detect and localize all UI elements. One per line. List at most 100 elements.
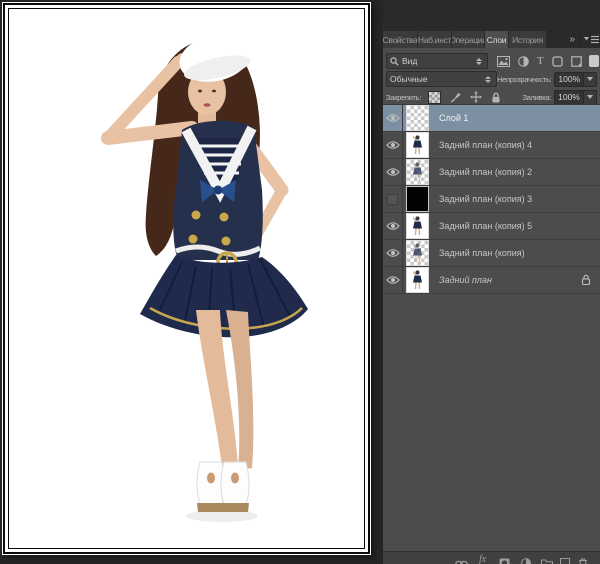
layer-lock-icon: [581, 274, 591, 285]
layer-thumbnail[interactable]: [406, 105, 429, 131]
opacity-dropdown-arrow[interactable]: [584, 72, 597, 87]
lock-row: Закрепить: Заливка: 100%: [386, 89, 597, 105]
layer-name: Задний план (копия) 3: [439, 194, 532, 204]
double-arrow-collapse-icon[interactable]: »: [569, 35, 575, 45]
layer-name: Задний план (копия) 4: [439, 140, 532, 150]
layer-name: Задний план (копия) 5: [439, 221, 532, 231]
layers-list: Слой 1 Задний план (копия) 4: [383, 104, 600, 294]
filter-type-icons: T: [497, 56, 582, 67]
layer-name: Задний план: [439, 275, 492, 285]
layer-row[interactable]: Задний план (копия) 5: [383, 213, 600, 240]
layer-name: Задний план (копия): [439, 248, 525, 258]
layer-visibility-toggle[interactable]: [383, 267, 403, 293]
panel-tab-bar: Свойства Наб.инст Операции Слои История: [383, 31, 547, 48]
layer-visibility-toggle[interactable]: [383, 159, 403, 185]
panel-tab[interactable]: История: [509, 31, 546, 48]
panel-menu-icon[interactable]: [584, 35, 599, 44]
link-layers-icon[interactable]: [455, 555, 468, 564]
panel-tab-label: Наб.инст: [418, 35, 451, 45]
layer-visibility-toggle[interactable]: [383, 105, 403, 131]
filter-toggle-switch[interactable]: [589, 55, 599, 67]
layer-thumbnail[interactable]: [406, 240, 429, 266]
layer-filter-row: Вид T: [386, 53, 597, 69]
blend-mode-value: Обычные: [390, 74, 428, 84]
panel-tab-label: Операции: [452, 35, 484, 45]
pixel-layers-filter-icon[interactable]: [497, 56, 510, 67]
layer-visibility-toggle[interactable]: [383, 213, 403, 239]
layer-row[interactable]: Задний план (копия): [383, 240, 600, 267]
layer-row[interactable]: Задний план (копия) 3: [383, 186, 600, 213]
panel-tab[interactable]: Слои: [485, 31, 508, 48]
type-layers-filter-icon[interactable]: T: [537, 56, 544, 67]
lock-position-icon[interactable]: [470, 91, 482, 103]
panel-tab[interactable]: Свойства: [383, 31, 417, 48]
layer-mask-icon[interactable]: [499, 555, 510, 564]
dropdown-updown-icon: [485, 76, 491, 83]
layer-thumbnail-figure: [407, 241, 428, 265]
panel-tab-label: Свойства: [383, 35, 417, 45]
right-panel-dock: Свойства Наб.инст Операции Слои История …: [383, 0, 600, 564]
opacity-value: 100%: [558, 74, 580, 84]
lock-label: Закрепить:: [386, 93, 421, 102]
opacity-label: Непрозрачность:: [497, 75, 551, 84]
layer-thumbnail[interactable]: [406, 186, 429, 212]
eye-icon: [386, 167, 400, 177]
search-icon: [390, 57, 399, 66]
layer-visibility-toggle[interactable]: [383, 240, 403, 266]
panel-tab[interactable]: Наб.инст: [418, 31, 451, 48]
lock-icons: [428, 91, 501, 104]
dropdown-updown-icon: [476, 58, 482, 65]
fill-dropdown-arrow[interactable]: [584, 90, 597, 105]
new-layer-icon[interactable]: [560, 555, 570, 564]
layer-row[interactable]: Слой 1: [383, 105, 600, 132]
blend-row: Обычные Непрозрачность: 100%: [386, 71, 597, 87]
fill-label: Заливка:: [522, 93, 551, 102]
eye-icon: [386, 113, 400, 123]
lock-all-icon[interactable]: [491, 92, 501, 103]
layer-thumbnail-figure: [407, 133, 428, 157]
layer-visibility-toggle[interactable]: [383, 132, 403, 158]
layers-panel: Вид T: [383, 48, 600, 564]
filter-kind-value: Вид: [402, 56, 417, 66]
shape-layers-filter-icon[interactable]: [552, 56, 563, 67]
layer-thumbnail-figure: [407, 214, 428, 238]
adjustment-layers-filter-icon[interactable]: [518, 56, 529, 67]
blend-mode-dropdown[interactable]: Обычные: [386, 71, 497, 87]
tab-separator: [579, 34, 580, 45]
photoshop-workspace: Свойства Наб.инст Операции Слои История …: [0, 0, 600, 564]
panel-tab[interactable]: Операции: [452, 31, 484, 48]
layer-row[interactable]: Задний план (копия) 2: [383, 159, 600, 186]
layer-thumbnail[interactable]: [406, 159, 429, 185]
smart-objects-filter-icon[interactable]: [571, 56, 582, 67]
opacity-value-field[interactable]: 100%: [554, 72, 584, 87]
adjustment-layer-icon[interactable]: [521, 555, 531, 564]
layer-row[interactable]: Задний план (копия) 4: [383, 132, 600, 159]
canvas-document[interactable]: [2, 2, 371, 555]
layer-name: Слой 1: [439, 113, 468, 123]
panel-tab-bar-controls: »: [569, 31, 599, 48]
layer-thumbnail-figure: [407, 268, 428, 292]
layers-panel-bottom-bar: fx: [383, 551, 600, 564]
visibility-empty-box: [387, 194, 398, 205]
layer-thumbnail[interactable]: [406, 132, 429, 158]
delete-layer-icon[interactable]: [578, 555, 588, 564]
layer-thumbnail[interactable]: [406, 267, 429, 293]
layer-visibility-toggle[interactable]: [383, 186, 403, 212]
lock-transparency-icon[interactable]: [428, 91, 441, 104]
layer-row[interactable]: Задний план: [383, 267, 600, 294]
eye-icon: [386, 275, 400, 285]
layer-group-icon[interactable]: [541, 555, 553, 564]
layer-name: Задний план (копия) 2: [439, 167, 532, 177]
filter-kind-dropdown[interactable]: Вид: [386, 53, 488, 69]
panel-tab-label: История: [512, 35, 543, 45]
fill-value-field[interactable]: 100%: [554, 90, 584, 105]
layer-effects-icon[interactable]: fx: [479, 555, 486, 564]
eye-icon: [386, 248, 400, 258]
fill-value: 100%: [558, 92, 580, 102]
panel-tab-label: Слои: [487, 35, 506, 45]
eye-icon: [386, 140, 400, 150]
lock-pixels-icon[interactable]: [450, 92, 461, 103]
layer-thumbnail[interactable]: [406, 213, 429, 239]
layer-thumbnail-figure: [407, 160, 428, 184]
eye-icon: [386, 221, 400, 231]
